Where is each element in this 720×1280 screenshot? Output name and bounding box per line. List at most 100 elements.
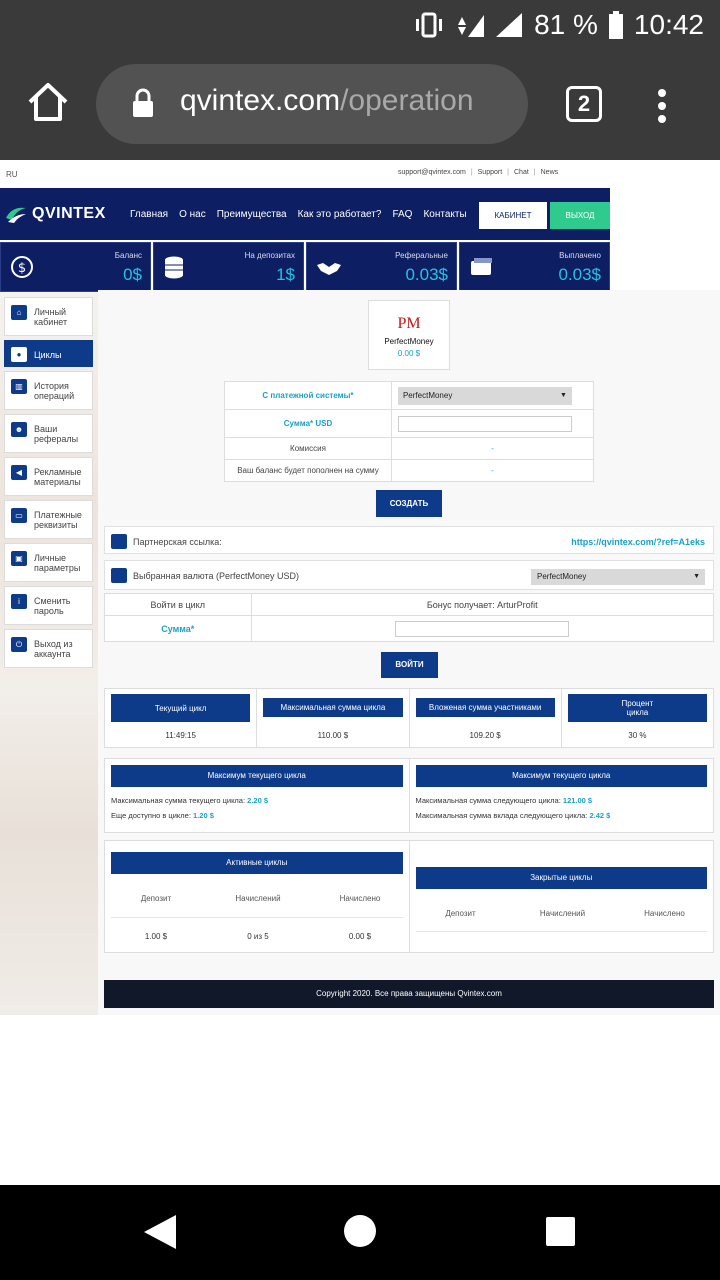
megaphone-icon: ◀	[11, 465, 27, 480]
nav-advantages[interactable]: Преимущества	[217, 209, 287, 220]
payment-system-label: С платежной системы*	[224, 381, 392, 410]
stats-bar: $ Баланс 0$ На депозитах 1$ Реферальные 0.0…	[0, 242, 610, 292]
stat-balance: $ Баланс 0$	[0, 242, 151, 292]
current-cycle-timer: 11:49:15	[165, 731, 196, 740]
payment-system-select[interactable]: PerfectMoney ▼	[397, 386, 572, 405]
lock-icon	[133, 88, 153, 117]
overflow-menu-icon[interactable]	[652, 86, 672, 126]
chevron-down-icon: ▼	[560, 391, 567, 399]
nav-contacts[interactable]: Контакты	[423, 209, 466, 220]
cycle-amount-label: Сумма*	[104, 615, 252, 642]
clock: 10:42	[633, 9, 704, 40]
url-text: qvintex.com/operation	[180, 84, 474, 117]
active-cycles: Активные циклы Депозит Начислений Начисл…	[105, 841, 410, 952]
cycle-max-info: Максимум текущего цикла Максимальная сум…	[104, 758, 714, 833]
balance-result-value: -	[390, 459, 595, 482]
cycle-percent-cell: Процент цикла 30 %	[562, 689, 713, 747]
cycle-stats: Текущий цикл 11:49:15 Максимальная сумма …	[104, 688, 714, 748]
closed-cycles: Закрытые циклы Депозит Начислений Начисл…	[410, 841, 714, 952]
commission-label: Комиссия	[224, 437, 392, 460]
sidebar-item-history[interactable]: ▥ История операций	[4, 371, 93, 410]
back-icon[interactable]	[142, 1213, 178, 1251]
current-cycle-cell: Текущий цикл 11:49:15	[105, 689, 258, 747]
invested-sum-cell: Вложеная сумма участниками 109.20 $	[410, 689, 562, 747]
nav-about[interactable]: О нас	[179, 209, 206, 220]
exit-button[interactable]: ВЫХОД	[550, 202, 610, 229]
sidebar-item-logout[interactable]: ⏻ Выход из аккаунта	[4, 629, 93, 668]
nav-how-it-works[interactable]: Как это работает?	[298, 209, 382, 220]
web-page: RU support@qvintex.com | Support | Chat | N…	[0, 160, 720, 1185]
sidebar-item-password[interactable]: i Сменить пароль	[4, 586, 93, 625]
perfectmoney-card[interactable]: PM PerfectMoney 0.00 $	[368, 300, 450, 370]
dollar-coin-icon: $	[11, 256, 33, 278]
support-email-link[interactable]: support@qvintex.com	[398, 169, 466, 176]
vibrate-icon	[416, 12, 443, 38]
sidebar-item-referrals[interactable]: ☻ Ваши рефералы	[4, 414, 93, 453]
signal-icon	[496, 13, 523, 37]
home-circle-icon[interactable]	[344, 1215, 376, 1247]
perfectmoney-logo: PM	[397, 315, 421, 332]
active-accrued: 0.00 $	[348, 932, 372, 941]
stat-deposits: На депозитах 1$	[153, 242, 304, 292]
site-logo[interactable]: QVINTEX	[4, 204, 106, 224]
deposit-form: С платежной системы* PerfectMoney ▼ Сумма…	[224, 381, 595, 482]
main-content: PM PerfectMoney 0.00 $ С платежной систе…	[98, 290, 720, 1015]
chart-icon: ▥	[11, 379, 27, 394]
link-icon	[111, 568, 127, 583]
site-footer: Copyright 2020. Все права защищены Qvint…	[104, 980, 714, 1008]
status-bar: 81 % 10:42	[0, 0, 720, 50]
chevron-down-icon: ▼	[693, 573, 700, 580]
system-nav-bar	[0, 1185, 720, 1280]
sidebar-item-cabinet[interactable]: ⌂ Личный кабинет	[4, 297, 93, 336]
join-cycle-label: Войти в цикл	[104, 593, 252, 616]
battery-icon	[608, 11, 623, 39]
logo-icon	[6, 207, 26, 223]
stat-paid: Выплачено 0.03$	[459, 242, 610, 292]
news-link[interactable]: News	[541, 169, 559, 176]
info-icon: i	[11, 594, 27, 609]
wallet-icon	[471, 258, 492, 275]
sidebar-item-promo[interactable]: ◀ Рекламные материалы	[4, 457, 93, 496]
language-switch[interactable]: RU	[6, 170, 18, 179]
credit-card-icon: ▭	[11, 508, 27, 523]
partner-link[interactable]: https://qvintex.com/?ref=A1eks	[571, 537, 705, 547]
max-cycle-sum-cell: Максимальная сумма цикла 110.00 $	[257, 689, 410, 747]
sidebar-item-payment-details[interactable]: ▭ Платежные реквизиты	[4, 500, 93, 539]
site-header: QVINTEX Главная О нас Преимущества Как э…	[0, 188, 610, 240]
recents-icon[interactable]	[546, 1217, 575, 1246]
cabinet-button[interactable]: КАБИНЕТ	[479, 202, 547, 229]
chat-link[interactable]: Chat	[514, 169, 529, 176]
address-bar[interactable]: qvintex.com/operation	[96, 64, 528, 144]
support-link[interactable]: Support	[478, 169, 503, 176]
top-info-bar: RU support@qvintex.com | Support | Chat | N…	[6, 169, 559, 179]
cycle-icon: ●	[11, 347, 27, 362]
create-button[interactable]: СОЗДАТЬ	[376, 490, 442, 517]
nav-faq[interactable]: FAQ	[392, 209, 412, 220]
coins-stack-icon	[165, 256, 183, 279]
browser-toolbar: qvintex.com/operation 2	[0, 50, 720, 160]
tab-switcher-button[interactable]: 2	[566, 86, 602, 122]
sidebar-item-cycles[interactable]: ● Циклы	[4, 340, 93, 367]
home-icon: ⌂	[11, 305, 27, 320]
cycle-join-table: Войти в цикл Бонус получает: ArturProfit…	[104, 593, 715, 642]
battery-percent: 81 %	[534, 9, 598, 40]
bonus-receiver: Бонус получает: ArturProfit	[250, 593, 715, 616]
commission-value: -	[390, 437, 595, 460]
max-current-cycle: Максимум текущего цикла Максимальная сум…	[105, 759, 410, 832]
active-accruals: 0 из 5	[247, 932, 269, 941]
home-icon[interactable]	[26, 80, 70, 124]
sidebar-item-personal[interactable]: ▣ Личные параметры	[4, 543, 93, 582]
max-next-cycle: Максимум текущего цикла Максимальная сум…	[410, 759, 714, 832]
nav-home[interactable]: Главная	[130, 209, 168, 220]
amount-label: Сумма* USD	[224, 409, 392, 438]
amount-input[interactable]	[397, 415, 572, 432]
signal-4g-icon	[458, 15, 485, 37]
enter-cycle-button[interactable]: ВОЙТИ	[381, 652, 438, 678]
currency-select[interactable]: PerfectMoney ▼	[531, 569, 705, 585]
handshake-icon	[317, 263, 341, 275]
cycle-amount-input[interactable]	[395, 620, 570, 637]
currency-row: Выбранная валюта (PerfectMoney USD) Perf…	[104, 560, 714, 590]
link-icon	[111, 534, 127, 549]
account-sidebar: ⌂ Личный кабинет ● Циклы ▥ История операций…	[4, 297, 94, 672]
stat-referral: Реферальные 0.03$	[306, 242, 457, 292]
